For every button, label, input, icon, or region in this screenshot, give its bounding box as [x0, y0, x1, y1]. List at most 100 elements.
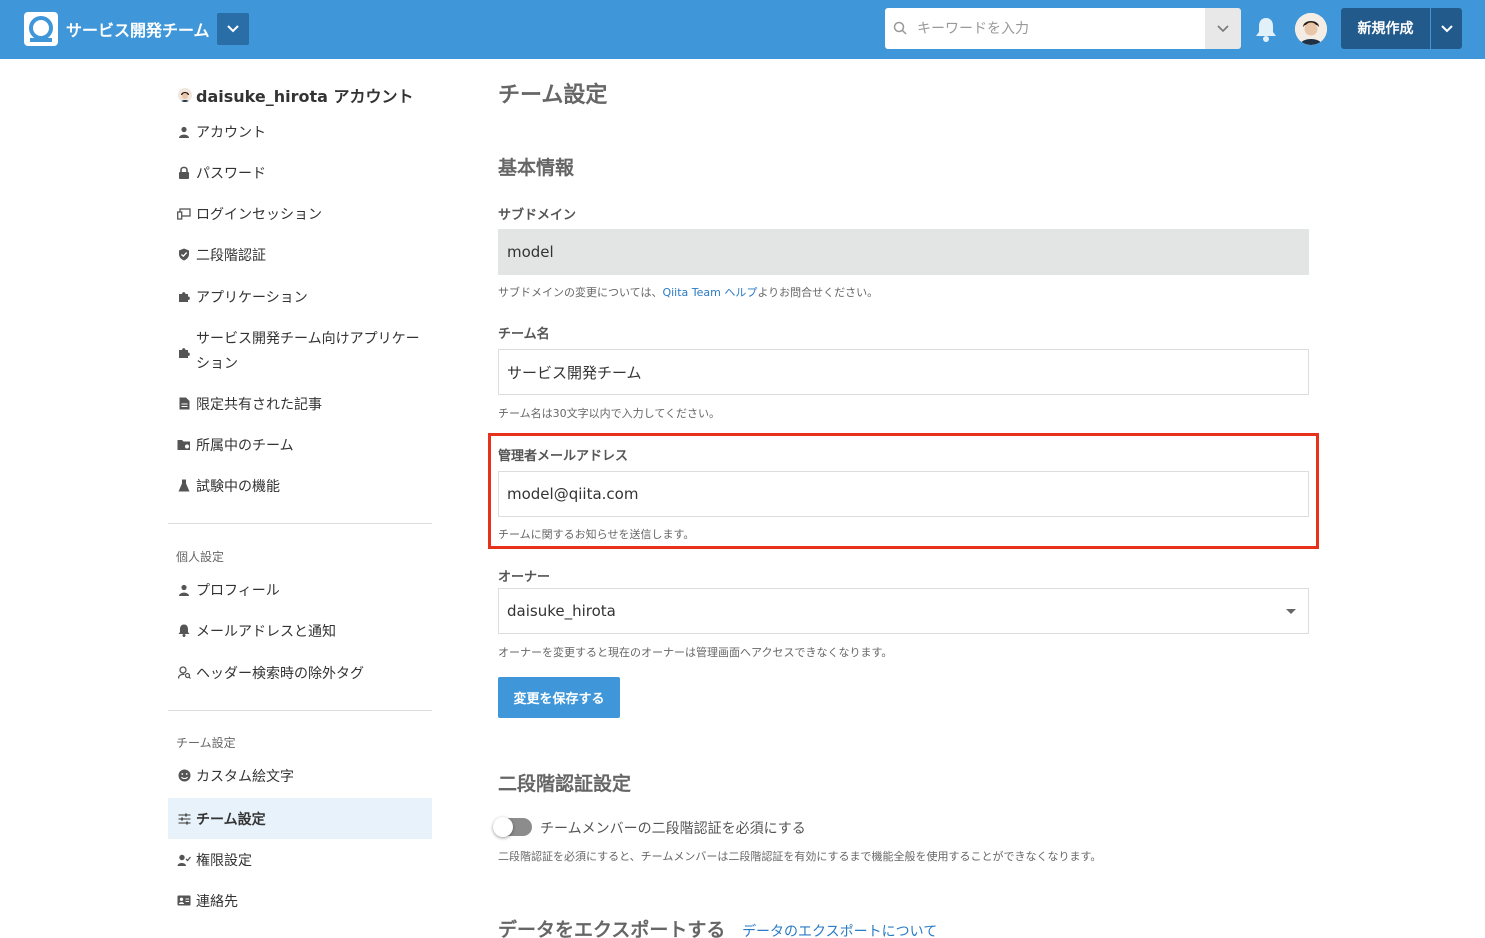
- sidebar-item-label: アプリケーション: [196, 289, 308, 306]
- basic-info-heading: 基本情報: [498, 157, 575, 179]
- sidebar-item-applications[interactable]: アプリケーション: [168, 276, 432, 317]
- team-name-field[interactable]: [498, 349, 1309, 395]
- admin-email-label: 管理者メールアドレス: [498, 449, 629, 464]
- sidebar-item-custom-emoji[interactable]: カスタム絵文字: [168, 755, 432, 796]
- team-folder-icon: [177, 438, 191, 452]
- admin-email-field[interactable]: [498, 471, 1309, 517]
- subdomain-label: サブドメイン: [498, 208, 577, 223]
- subdomain-hint: サブドメインの変更については、Qiita Team ヘルプよりお問合せください。: [498, 284, 878, 300]
- two-factor-toggle-label: チームメンバーの二段階認証を必須にする: [540, 821, 806, 837]
- chevron-down-icon: [1217, 24, 1229, 32]
- toggle-knob: [493, 817, 513, 837]
- sidebar-item-label: 二段階認証: [196, 247, 266, 264]
- export-about-link[interactable]: データのエクスポートについて: [742, 924, 937, 938]
- sidebar-item-email-notifications[interactable]: メールアドレスと通知: [168, 610, 432, 651]
- caret-down-icon: [1286, 609, 1296, 614]
- sidebar-item-my-teams[interactable]: 所属中のチーム: [168, 424, 432, 465]
- sidebar-item-label: パスワード: [196, 165, 266, 182]
- shield-icon: [177, 248, 191, 262]
- sidebar-item-password[interactable]: パスワード: [168, 152, 432, 193]
- sidebar-item-label: ヘッダー検索時の除外タグ: [196, 665, 364, 682]
- puzzle-icon: [177, 290, 191, 304]
- create-new-button[interactable]: 新規作成: [1341, 8, 1430, 49]
- sidebar-divider: [168, 710, 432, 711]
- team-settings-main: チーム設定 基本情報 サブドメイン サブドメインの変更については、Qiita T…: [493, 59, 1309, 938]
- owner-label: オーナー: [498, 570, 551, 585]
- owner-select[interactable]: daisuke_hirota: [498, 588, 1309, 634]
- sidebar-item-label: 試験中の機能: [196, 478, 280, 495]
- user-avatar-image: [1295, 13, 1327, 45]
- sidebar-item-label: 連絡先: [196, 893, 238, 910]
- sidebar-item-experimental[interactable]: 試験中の機能: [168, 465, 432, 506]
- team-name-hint: チーム名は30文字以内で入力してください。: [498, 407, 721, 420]
- account-heading: daisuke_hirota アカウント: [178, 83, 414, 107]
- save-changes-button[interactable]: 変更を保存する: [498, 677, 620, 718]
- sidebar-divider: [168, 523, 432, 524]
- sidebar-item-excluded-tags[interactable]: ヘッダー検索時の除外タグ: [168, 652, 432, 693]
- qiita-team-help-link[interactable]: Qiita Team ヘルプ: [662, 286, 757, 299]
- puzzle-icon: [177, 345, 191, 359]
- settings-sidebar: daisuke_hirota アカウント アカウント パスワード ログインセッシ…: [168, 59, 432, 938]
- sidebar-item-label: 限定共有された記事: [196, 396, 322, 413]
- account-avatar: [178, 88, 192, 102]
- sidebar-item-label: アカウント: [196, 124, 266, 141]
- subdomain-hint-text-after: よりお問合せください。: [757, 286, 879, 299]
- create-options-button[interactable]: [1431, 8, 1462, 49]
- devices-icon: [177, 207, 191, 221]
- two-factor-required-toggle[interactable]: [493, 817, 532, 837]
- sidebar-item-label: メールアドレスと通知: [196, 623, 336, 640]
- export-heading: データをエクスポートする データのエクスポートについて: [498, 915, 937, 938]
- lock-icon: [177, 166, 191, 180]
- export-title: データをエクスポートする: [498, 919, 726, 938]
- account-title: daisuke_hirota アカウント: [196, 87, 414, 106]
- two-factor-heading: 二段階認証設定: [498, 773, 632, 795]
- two-factor-hint: 二段階認証を必須にすると、チームメンバーは二段階認証を有効にするまで機能全般を使…: [498, 850, 1102, 863]
- admin-email-hint: チームに関するお知らせを送信します。: [498, 528, 695, 541]
- sidebar-item-label: プロフィール: [196, 582, 280, 599]
- page-title: チーム設定: [498, 83, 608, 108]
- top-bar: サービス開発チーム 新規作成: [0, 0, 1485, 59]
- owner-selected-value: daisuke_hirota: [507, 602, 616, 620]
- person-icon: [177, 125, 191, 139]
- team-name[interactable]: サービス開発チーム: [66, 17, 210, 41]
- search-input[interactable]: [917, 8, 1197, 49]
- team-settings-heading: チーム設定: [176, 736, 236, 750]
- sidebar-item-contacts[interactable]: 連絡先: [168, 880, 432, 921]
- team-name-label: チーム名: [498, 327, 550, 342]
- sidebar-item-profile[interactable]: プロフィール: [168, 569, 432, 610]
- subdomain-hint-text: サブドメインの変更については、: [498, 286, 663, 299]
- person-icon: [177, 583, 191, 597]
- smile-icon: [177, 769, 191, 783]
- sliders-icon: [177, 812, 191, 826]
- sidebar-item-shared-articles[interactable]: 限定共有された記事: [168, 383, 432, 424]
- sidebar-item-team-applications[interactable]: サービス開発チーム向けアプリケーション: [168, 324, 432, 380]
- user-check-icon: [177, 853, 191, 867]
- sidebar-item-permissions[interactable]: 権限設定: [168, 839, 432, 880]
- search-icon: [893, 21, 907, 35]
- sidebar-item-account[interactable]: アカウント: [168, 111, 432, 152]
- owner-hint: オーナーを変更すると現在のオーナーは管理画面へアクセスできなくなります。: [498, 646, 893, 659]
- document-icon: [177, 397, 191, 411]
- notification-bell-icon[interactable]: [1254, 16, 1278, 46]
- bell-icon: [177, 624, 191, 638]
- search-person-icon: [177, 666, 191, 680]
- sidebar-item-two-factor[interactable]: 二段階認証: [168, 234, 432, 275]
- sidebar-item-login-sessions[interactable]: ログインセッション: [168, 193, 432, 234]
- flask-icon: [177, 479, 191, 493]
- sidebar-item-label: サービス開発チーム向けアプリケーション: [196, 331, 420, 372]
- sidebar-item-label: チーム設定: [196, 811, 266, 828]
- search-box: [885, 8, 1205, 49]
- chevron-down-icon: [227, 25, 239, 33]
- sidebar-item-label: ログインセッション: [196, 206, 322, 223]
- sidebar-item-label: カスタム絵文字: [196, 768, 294, 785]
- search-options-button[interactable]: [1205, 8, 1241, 49]
- team-switch-button[interactable]: [217, 13, 249, 45]
- contact-card-icon: [177, 894, 191, 908]
- personal-settings-heading: 個人設定: [176, 550, 225, 564]
- sidebar-item-team-settings[interactable]: チーム設定: [168, 798, 432, 839]
- sidebar-item-label: 権限設定: [196, 852, 252, 869]
- user-avatar[interactable]: [1295, 13, 1327, 45]
- qiita-team-logo[interactable]: [24, 12, 58, 46]
- sidebar-item-label: 所属中のチーム: [196, 437, 294, 454]
- chevron-down-icon: [1440, 24, 1453, 32]
